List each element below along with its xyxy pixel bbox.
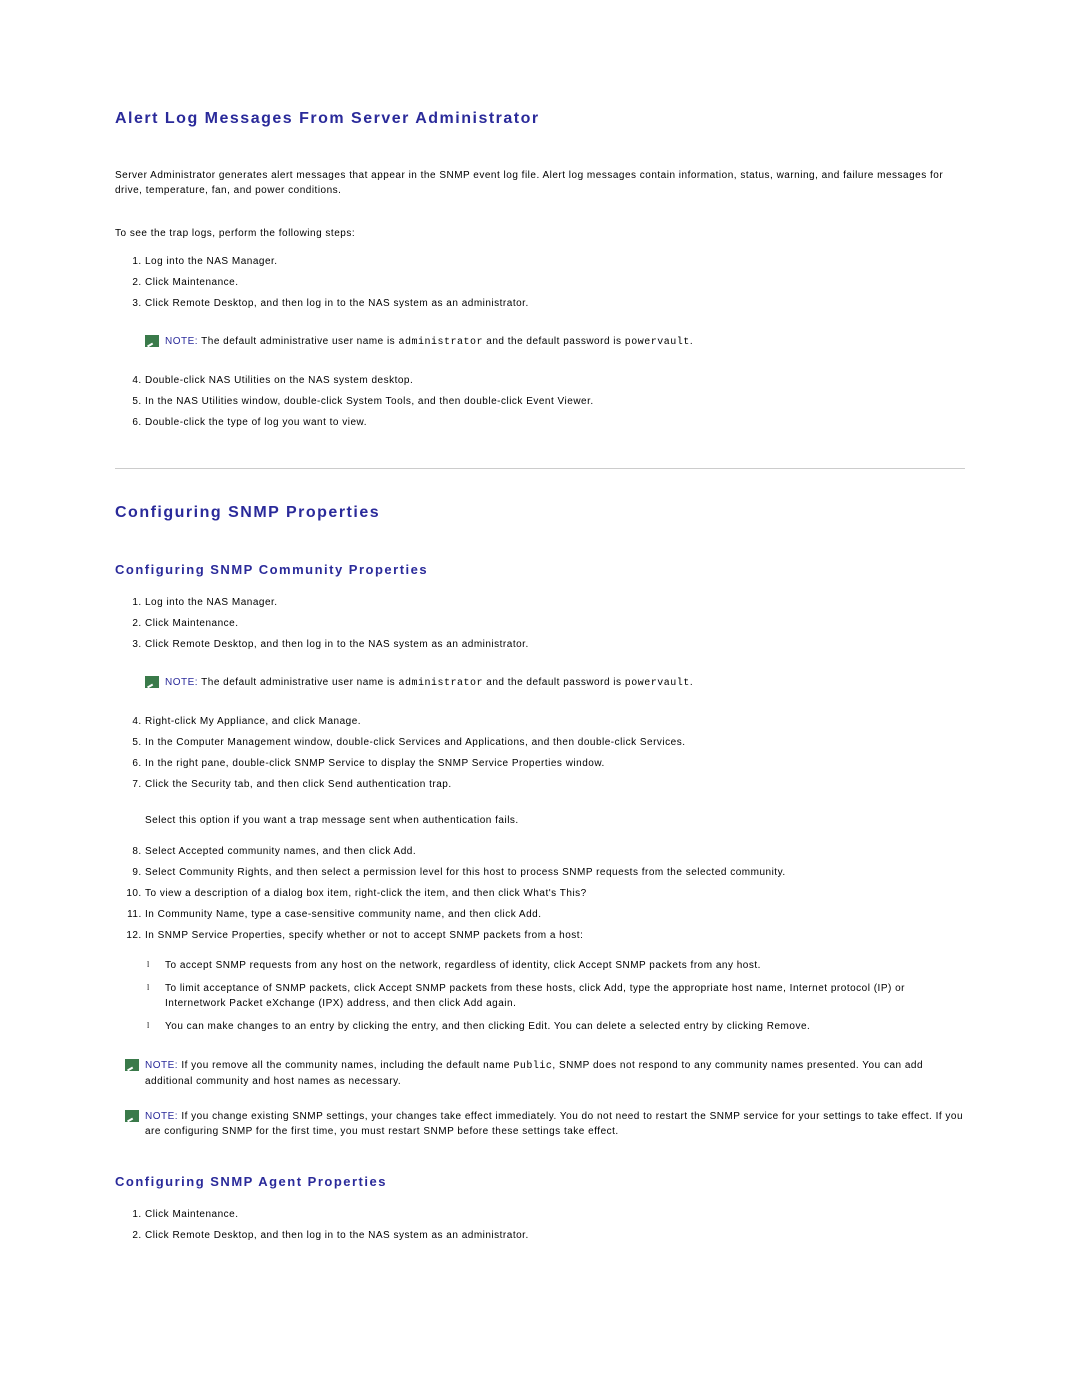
section-heading-alert-log: Alert Log Messages From Server Administr… — [115, 110, 965, 128]
sub-bullet-list: To accept SNMP requests from any host on… — [115, 954, 965, 1038]
steps-list-3: Click Maintenance. Click Remote Desktop,… — [115, 1204, 965, 1246]
step-item: Log into the NAS Manager. — [145, 592, 965, 613]
subsection-heading-community: Configuring SNMP Community Properties — [115, 562, 965, 577]
step-item: Double-click NAS Utilities on the NAS sy… — [145, 370, 965, 391]
note-icon — [125, 1059, 139, 1071]
steps-list-2a: Log into the NAS Manager. Click Maintena… — [115, 592, 965, 655]
note-block: NOTE: If you remove all the community na… — [125, 1058, 965, 1089]
intro-paragraph: Server Administrator generates alert mes… — [115, 168, 965, 198]
bullet-item: To accept SNMP requests from any host on… — [165, 954, 965, 977]
step-item: In the NAS Utilities window, double-clic… — [145, 391, 965, 412]
steps-list-2b: Right-click My Appliance, and click Mana… — [115, 711, 965, 795]
step-item: To view a description of a dialog box it… — [145, 883, 965, 904]
steps-list-1b: Double-click NAS Utilities on the NAS sy… — [115, 370, 965, 433]
section-divider — [115, 468, 965, 469]
steps-list-1a: Log into the NAS Manager. Click Maintena… — [115, 251, 965, 314]
step-item: In the Computer Management window, doubl… — [145, 732, 965, 753]
note-text: NOTE: The default administrative user na… — [165, 675, 965, 691]
bullet-item: You can make changes to an entry by clic… — [165, 1015, 965, 1038]
step-item: In Community Name, type a case-sensitive… — [145, 904, 965, 925]
section-heading-snmp: Configuring SNMP Properties — [115, 504, 965, 522]
note-icon — [145, 335, 159, 347]
note-block: NOTE: The default administrative user na… — [145, 675, 965, 691]
note-block: NOTE: If you change existing SNMP settin… — [125, 1109, 965, 1139]
step-item: Click Remote Desktop, and then log in to… — [145, 293, 965, 314]
step-item: Select Community Rights, and then select… — [145, 862, 965, 883]
step-item: Click Maintenance. — [145, 613, 965, 634]
step-item: Click the Security tab, and then click S… — [145, 774, 965, 795]
sub-paragraph: Select this option if you want a trap me… — [145, 815, 965, 826]
note-text: NOTE: If you remove all the community na… — [145, 1058, 965, 1089]
step-item: Double-click the type of log you want to… — [145, 412, 965, 433]
note-text: NOTE: The default administrative user na… — [165, 334, 965, 350]
step-item: Log into the NAS Manager. — [145, 251, 965, 272]
bullet-item: To limit acceptance of SNMP packets, cli… — [165, 977, 965, 1015]
note-block: NOTE: The default administrative user na… — [145, 334, 965, 350]
subsection-heading-agent: Configuring SNMP Agent Properties — [115, 1174, 965, 1189]
step-item: In SNMP Service Properties, specify whet… — [145, 925, 965, 946]
step-item: Click Maintenance. — [145, 1204, 965, 1225]
step-item: Right-click My Appliance, and click Mana… — [145, 711, 965, 732]
step-item: Click Remote Desktop, and then log in to… — [145, 634, 965, 655]
lead-text: To see the trap logs, perform the follow… — [115, 228, 965, 239]
step-item: Select Accepted community names, and the… — [145, 841, 965, 862]
step-item: In the right pane, double-click SNMP Ser… — [145, 753, 965, 774]
step-item: Click Maintenance. — [145, 272, 965, 293]
note-icon — [125, 1110, 139, 1122]
steps-list-2c: Select Accepted community names, and the… — [115, 841, 965, 946]
note-icon — [145, 676, 159, 688]
step-item: Click Remote Desktop, and then log in to… — [145, 1225, 965, 1246]
note-text: NOTE: If you change existing SNMP settin… — [145, 1109, 965, 1139]
